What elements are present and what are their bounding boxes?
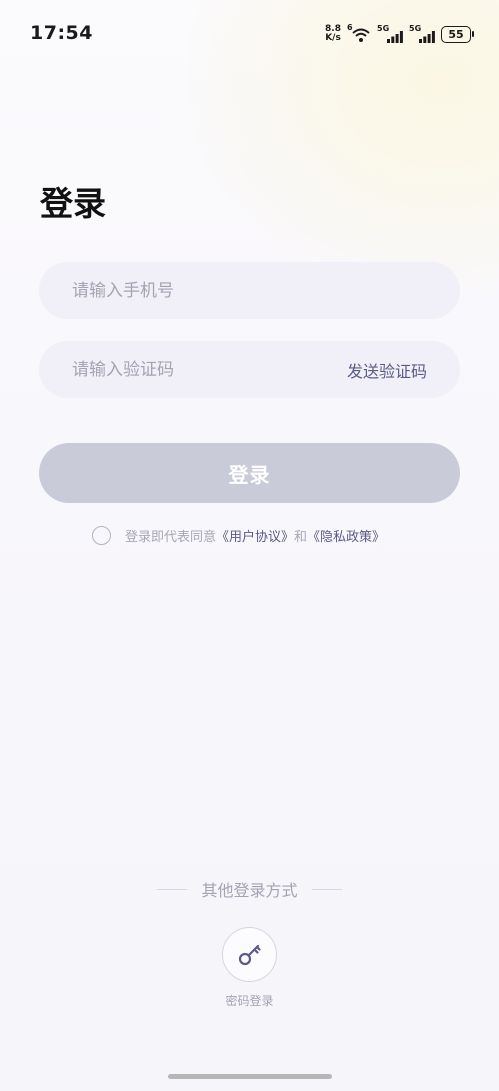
agreement-prefix: 登录即代表同意 — [125, 529, 217, 545]
status-time: 17:54 — [30, 22, 93, 44]
battery-level: 55 — [448, 27, 464, 41]
phone-field — [39, 262, 460, 319]
divider-right — [311, 888, 342, 890]
password-login-button[interactable] — [222, 927, 277, 982]
other-login-header: 其他登录方式 — [0, 878, 499, 900]
user-agreement-link[interactable]: 《用户协议》 — [216, 530, 294, 545]
agreement-and: 和 — [294, 529, 308, 545]
key-icon — [238, 944, 261, 965]
divider-left — [157, 888, 188, 890]
verification-code-input[interactable] — [72, 359, 292, 380]
agreement-row: 登录即代表同意《用户协议》和《隐私政策》 — [92, 525, 385, 545]
send-code-button[interactable]: 发送验证码 — [347, 358, 427, 382]
page-title: 登录 — [40, 184, 106, 223]
agreement-checkbox[interactable] — [92, 525, 111, 545]
wifi-icon: 6 — [347, 23, 371, 43]
verification-code-field: 发送验证码 — [39, 341, 460, 398]
network-speed-unit: K/s — [325, 33, 341, 43]
privacy-policy-link[interactable]: 《隐私政策》 — [307, 530, 385, 545]
battery-icon: 55 — [441, 25, 474, 43]
network-speed: 8.8 K/s — [325, 25, 341, 43]
signal-icon-2: 5G — [409, 24, 435, 43]
password-login-label: 密码登录 — [225, 994, 274, 1008]
home-indicator[interactable] — [168, 1074, 332, 1079]
agreement-text: 登录即代表同意《用户协议》和《隐私政策》 — [125, 526, 385, 545]
status-bar: 17:54 8.8 K/s 6 5G 5G 55 — [0, 0, 499, 66]
login-button[interactable]: 登录 — [39, 443, 460, 503]
phone-input[interactable] — [72, 280, 292, 301]
status-icons: 8.8 K/s 6 5G 5G 55 — [325, 22, 474, 46]
signal-icon-1: 5G — [377, 24, 403, 43]
other-login-label: 其他登录方式 — [201, 881, 298, 900]
password-login-option: 密码登录 — [0, 927, 499, 1009]
